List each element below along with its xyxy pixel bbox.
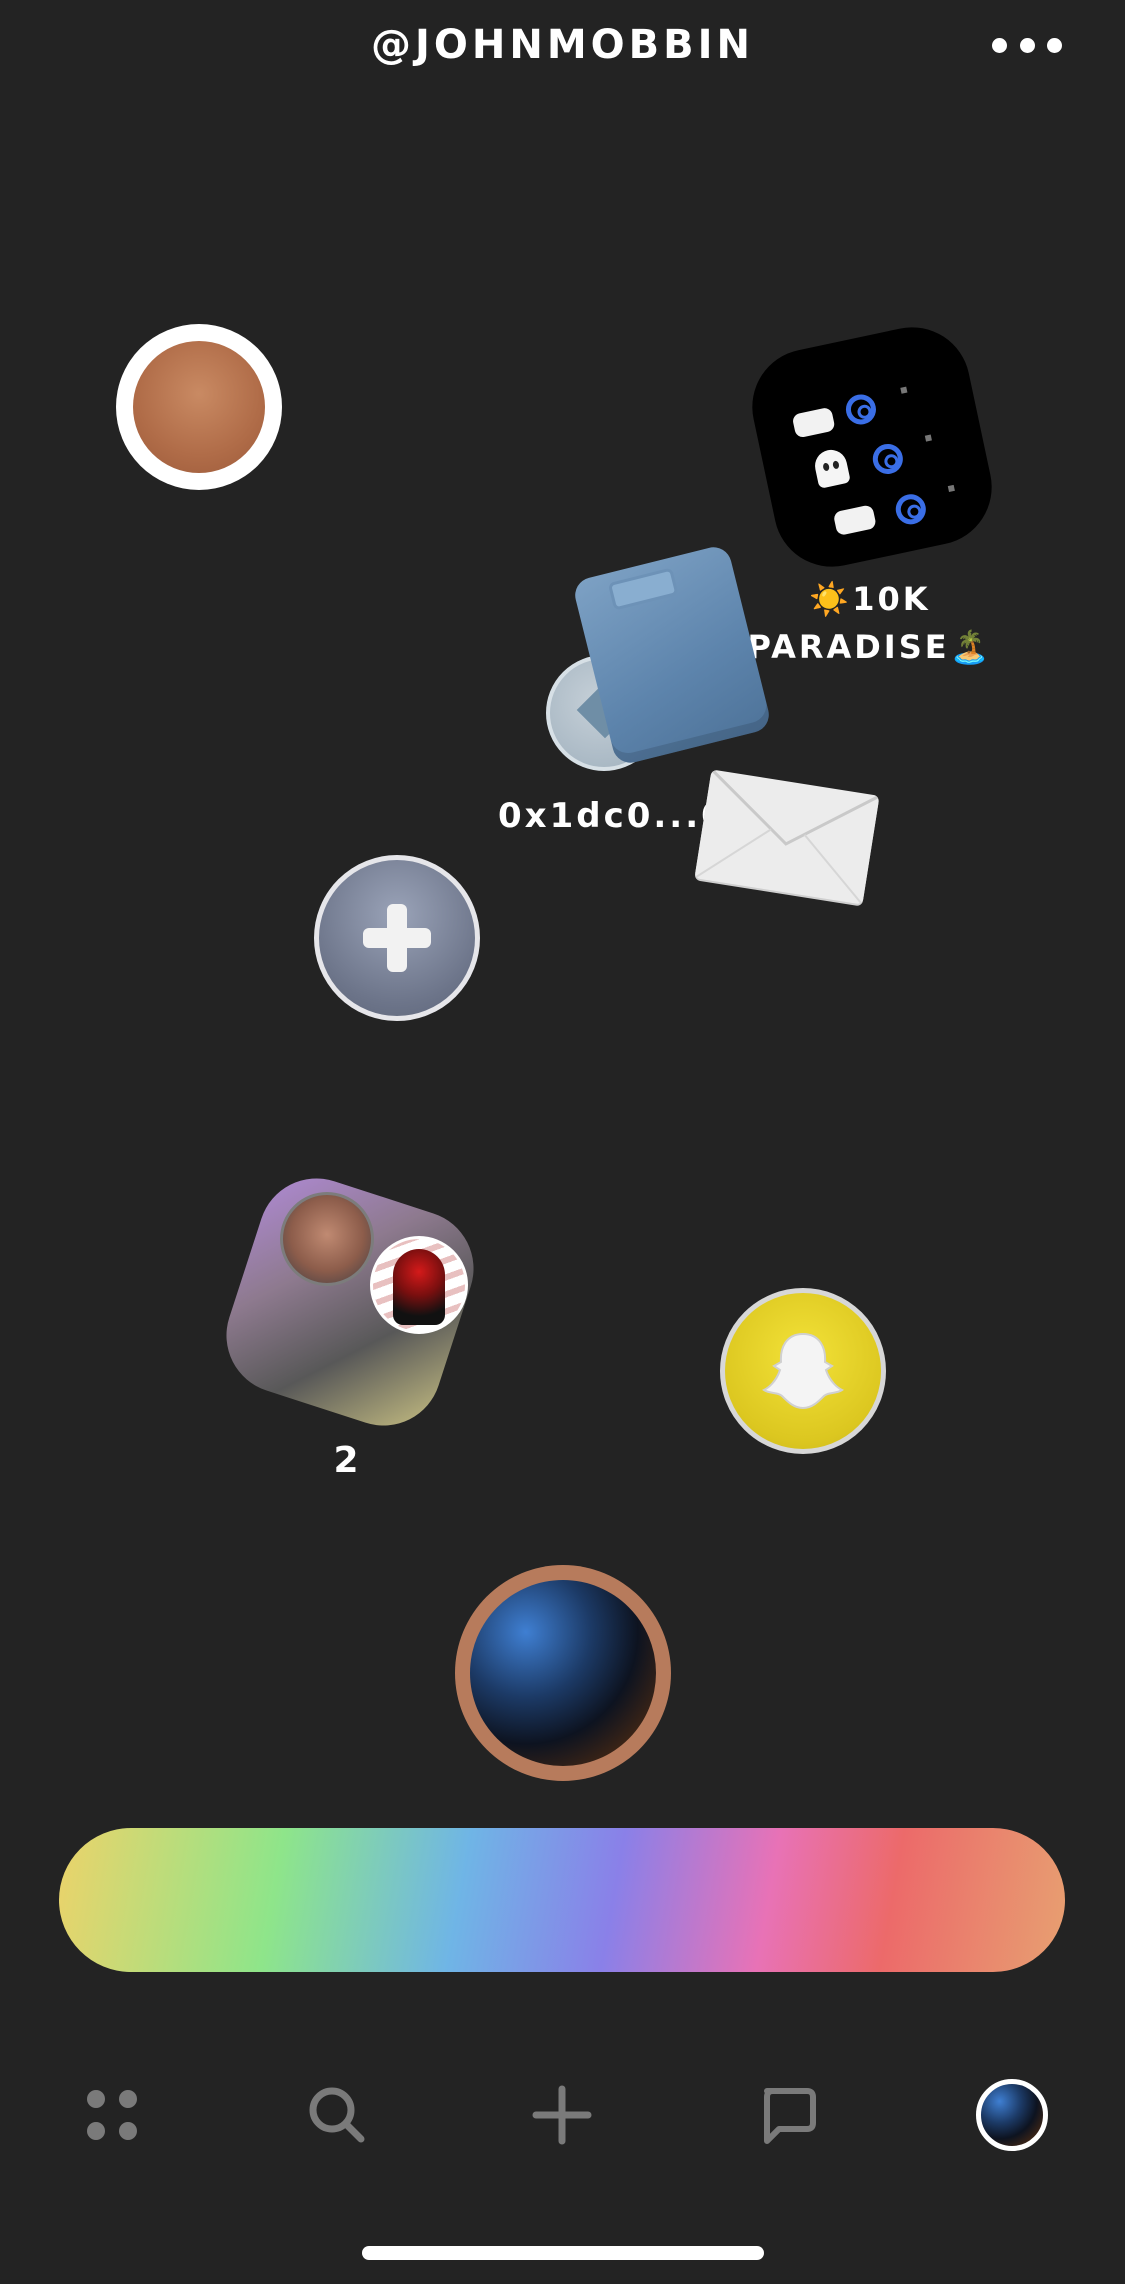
plus-icon	[363, 904, 431, 972]
app-label: ☀️10K PARADISE🏝️	[747, 580, 993, 666]
profile-handle: @JOHNMOBBIN	[371, 22, 754, 68]
rainbow-action-bar[interactable]	[59, 1828, 1065, 1972]
spiral-icon	[893, 491, 929, 528]
envelope-flap	[694, 769, 880, 905]
pill-shape	[832, 504, 877, 537]
envelope-icon[interactable]	[694, 769, 880, 905]
wallet-address[interactable]: 0x1dc0...0	[498, 796, 728, 836]
orb-fill	[470, 1580, 656, 1766]
dot	[900, 386, 908, 394]
member-avatar	[370, 1236, 468, 1334]
more-dot	[992, 37, 1007, 53]
nav-messages-button[interactable]	[742, 2070, 832, 2160]
pill-shape	[791, 406, 836, 439]
apps-grid-icon	[87, 2090, 137, 2140]
nav-profile-button[interactable]	[967, 2070, 1057, 2160]
group-member-count: 2	[333, 1440, 359, 1481]
spiral-icon	[870, 441, 906, 477]
nav-create-button[interactable]	[517, 2070, 607, 2160]
nav-search-button[interactable]	[292, 2070, 382, 2160]
nav-home-button[interactable]	[67, 2070, 157, 2160]
search-icon	[309, 2087, 365, 2143]
plus-icon	[532, 2085, 592, 2145]
home-indicator	[362, 2246, 764, 2260]
ghost-icon	[812, 446, 851, 489]
profile-circle-fill	[133, 341, 265, 473]
member-avatar	[280, 1192, 374, 1286]
avatar-icon	[976, 2079, 1048, 2151]
snapchat-button[interactable]	[720, 1288, 886, 1454]
wallet-clasp	[607, 567, 679, 611]
more-dot	[1047, 37, 1062, 53]
dot	[924, 434, 932, 442]
bottom-nav	[0, 2070, 1125, 2160]
add-button[interactable]	[314, 855, 480, 1021]
chat-icon	[764, 2088, 816, 2144]
orb-icon[interactable]	[455, 1565, 671, 1781]
app-square-icon[interactable]	[741, 316, 1003, 578]
avatar-figure	[393, 1249, 445, 1325]
more-dot	[1019, 37, 1035, 53]
dot	[947, 484, 955, 492]
snapchat-ghost-icon	[762, 1332, 844, 1410]
profile-circle-icon[interactable]	[116, 324, 282, 490]
more-options-button[interactable]	[992, 30, 1062, 60]
spiral-icon	[843, 391, 879, 428]
